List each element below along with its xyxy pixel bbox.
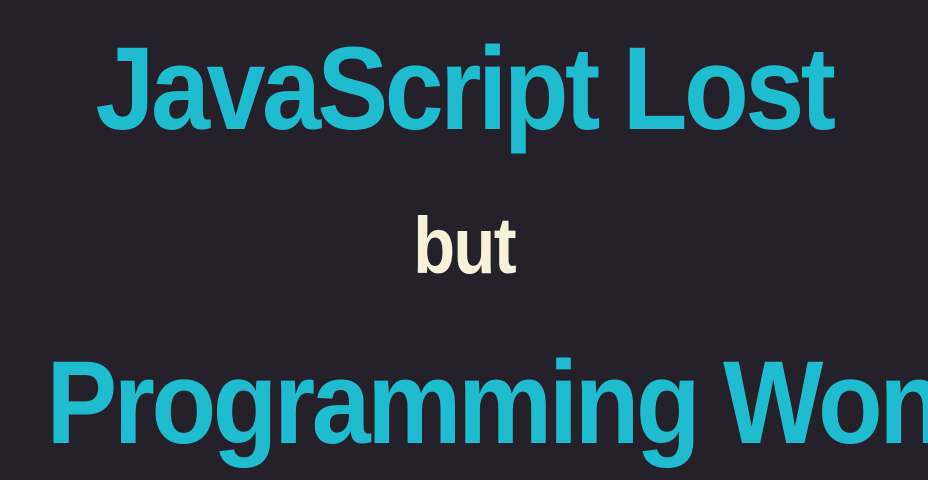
headline-bottom: Programming Won: [46, 337, 928, 469]
headline-top: JavaScript Lost: [95, 23, 837, 155]
connector-word: but: [413, 201, 517, 290]
title-slide: JavaScript Lost but Programming Won: [0, 0, 928, 480]
